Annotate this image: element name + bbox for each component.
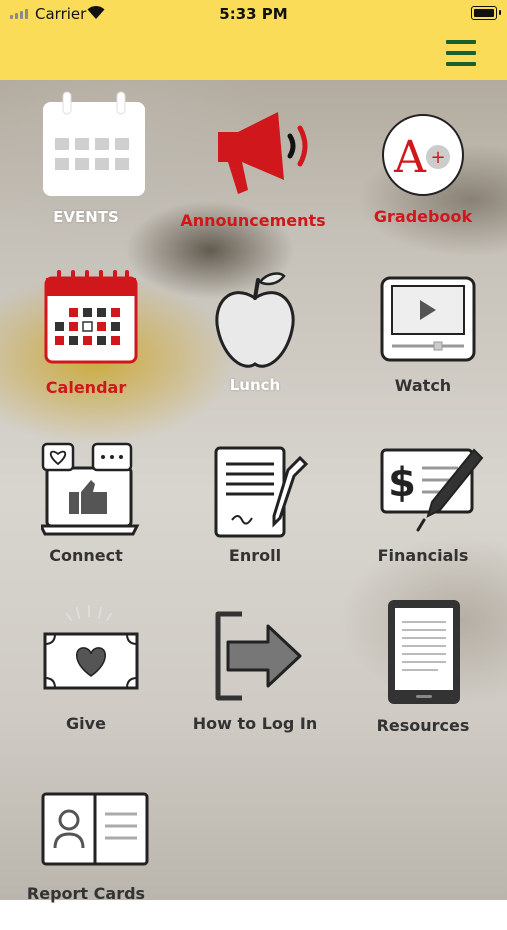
tile-connect[interactable]: Connect	[16, 440, 156, 580]
hamburger-menu-icon[interactable]	[446, 40, 478, 66]
tile-enroll[interactable]: Enroll	[185, 440, 325, 580]
tile-label: Connect	[49, 546, 123, 565]
report-card-book-icon	[41, 792, 149, 866]
tablet-icon	[388, 600, 460, 704]
tile-label: How to Log In	[192, 714, 318, 733]
money-heart-icon	[43, 605, 139, 690]
tile-calendar[interactable]: Calendar	[16, 268, 156, 408]
tile-label: Lunch	[229, 376, 281, 394]
tile-give[interactable]: Give	[16, 604, 156, 744]
tile-report-cards[interactable]: Report Cards	[16, 790, 156, 930]
apple-icon	[215, 272, 295, 368]
calendar-grid-icon	[44, 270, 138, 364]
tile-label: Report Cards	[26, 884, 146, 903]
check-pen-icon: $	[380, 448, 484, 532]
tile-label: Calendar	[45, 378, 127, 397]
svg-text:A: A	[393, 132, 427, 183]
document-pen-icon	[214, 446, 309, 538]
tile-watch[interactable]: Watch	[353, 268, 493, 408]
tile-label: Financials	[377, 546, 469, 565]
grade-a-plus-icon: A +	[382, 114, 464, 196]
tile-label: Watch	[394, 376, 452, 395]
tile-label: Announcements	[180, 211, 326, 230]
tile-how-to-log-in[interactable]: How to Log In	[185, 604, 325, 744]
megaphone-icon	[218, 112, 308, 194]
svg-text:+: +	[430, 147, 445, 168]
tile-label: EVENTS	[53, 208, 119, 226]
tile-gradebook[interactable]: A + Gradebook	[353, 90, 493, 230]
tile-label: Resources	[376, 716, 470, 735]
tile-resources[interactable]: Resources	[353, 596, 493, 736]
svg-text:$: $	[388, 460, 416, 506]
laptop-chat-icon	[41, 442, 140, 536]
tile-label: Enroll	[228, 546, 282, 565]
login-arrow-icon	[215, 611, 302, 701]
calendar-icon	[43, 91, 145, 196]
battery-icon	[471, 6, 501, 20]
status-time: 5:33 PM	[219, 5, 288, 23]
tile-financials[interactable]: $ Financials	[353, 440, 493, 580]
tile-lunch[interactable]: Lunch	[185, 268, 325, 408]
tile-label: Gradebook	[373, 207, 473, 226]
tile-events[interactable]: EVENTS	[16, 90, 156, 230]
app-header: Carrier 5:33 PM	[0, 0, 507, 80]
tile-label: Give	[66, 714, 106, 733]
status-bar: Carrier 5:33 PM	[0, 0, 507, 28]
video-player-icon	[380, 276, 476, 362]
tile-announcements[interactable]: Announcements	[180, 90, 326, 230]
